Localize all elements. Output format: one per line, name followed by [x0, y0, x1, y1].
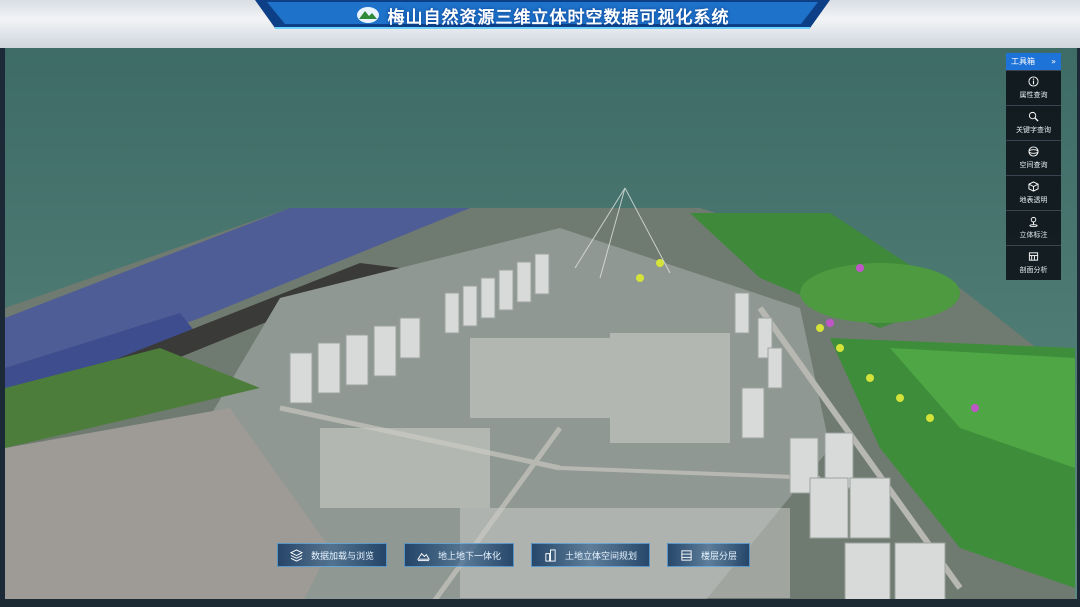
tool-3d-label[interactable]: 立体标注: [1006, 210, 1061, 245]
toolbox-header[interactable]: 工具箱 »: [1006, 53, 1061, 70]
floor-icon: [681, 549, 692, 561]
buildings-icon: [545, 548, 556, 562]
info-icon: [1028, 76, 1039, 87]
nav-label: 地上地下一体化: [438, 551, 502, 562]
nav-label: 土地立体空间规划: [565, 551, 638, 562]
tool-label: 立体标注: [1019, 231, 1048, 239]
tool-label: 关键字查询: [1016, 126, 1051, 134]
tool-attribute-query[interactable]: 属性查询: [1006, 70, 1061, 105]
nav-data-browse[interactable]: 数据加载与浏览: [277, 543, 388, 567]
tool-section-analysis[interactable]: 剖面分析: [1006, 245, 1061, 280]
spatial-query-icon: [1028, 146, 1039, 157]
cube-icon: [1028, 181, 1039, 192]
tool-label: 地表透明: [1019, 196, 1048, 204]
title-banner: 梅山自然资源三维立体时空数据可视化系统: [255, 0, 830, 30]
toolbox-panel: 工具箱 » 属性查询 关键字查询 空间查询 地表透明 立体标注 剖面分析: [1006, 53, 1061, 280]
nav-above-below-ground[interactable]: 地上地下一体化: [404, 543, 515, 567]
title-row: 梅山自然资源三维立体时空数据可视化系统: [255, 0, 830, 30]
bottom-nav: 数据加载与浏览 地上地下一体化 土地立体空间规划 楼层分层: [277, 543, 751, 567]
nav-floor-layering[interactable]: 楼层分层: [667, 543, 751, 567]
tool-keyword-query[interactable]: 关键字查询: [1006, 105, 1061, 140]
tool-surface-transparency[interactable]: 地表透明: [1006, 175, 1061, 210]
page-title: 梅山自然资源三维立体时空数据可视化系统: [387, 7, 730, 28]
double-chevron-right-icon[interactable]: »: [1051, 57, 1056, 66]
nav-land-3d-planning[interactable]: 土地立体空间规划: [531, 543, 651, 567]
toolbox-title: 工具箱: [1011, 57, 1035, 66]
left-frame: [0, 48, 5, 607]
status-bar: [0, 599, 1080, 607]
nav-label: 楼层分层: [701, 551, 738, 562]
layers-icon: [290, 548, 303, 562]
section-icon: [1028, 252, 1039, 261]
tool-label: 空间查询: [1019, 161, 1048, 169]
nav-label: 数据加载与浏览: [311, 551, 375, 562]
pin-icon: [1029, 216, 1038, 227]
tool-spatial-query[interactable]: 空间查询: [1006, 140, 1061, 175]
search-icon: [1028, 111, 1039, 122]
mountain-logo-icon: [356, 7, 379, 23]
tool-label: 属性查询: [1019, 91, 1048, 99]
terrain-icon: [417, 552, 430, 561]
tool-label: 剖面分析: [1019, 266, 1048, 274]
3d-city-scene[interactable]: [0, 48, 1080, 607]
